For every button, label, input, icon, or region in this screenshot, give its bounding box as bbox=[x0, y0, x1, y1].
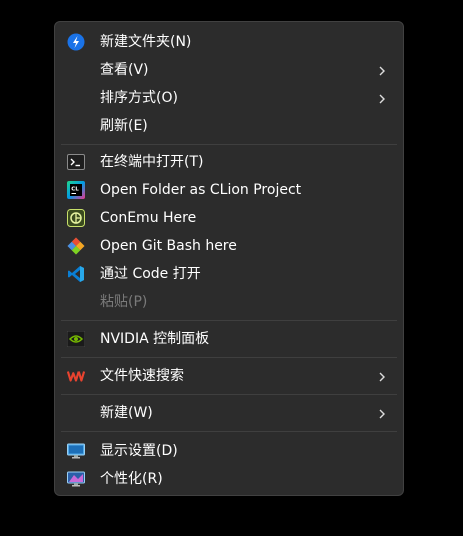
menu-item-personalize[interactable]: 个性化(R) bbox=[55, 465, 403, 493]
menu-item-new[interactable]: 新建(W) bbox=[55, 399, 403, 427]
chevron-right-icon bbox=[375, 91, 389, 105]
menu-item-label: 新建文件夹(N) bbox=[100, 34, 192, 50]
menu-separator bbox=[61, 431, 397, 432]
menu-item-open-with-code[interactable]: 通过 Code 打开 bbox=[55, 260, 403, 288]
menu-item-sort[interactable]: 排序方式(O) bbox=[55, 84, 403, 112]
menu-item-label: 在终端中打开(T) bbox=[100, 154, 204, 170]
menu-item-label: 文件快速搜索 bbox=[100, 368, 184, 384]
menu-item-label: Open Git Bash here bbox=[100, 238, 237, 254]
menu-item-label: 个性化(R) bbox=[100, 471, 163, 487]
menu-item-label: 显示设置(D) bbox=[100, 443, 178, 459]
menu-item-label: Open Folder as CLion Project bbox=[100, 182, 302, 198]
vscode-icon bbox=[67, 265, 85, 283]
menu-separator bbox=[61, 144, 397, 145]
svg-text:CL: CL bbox=[71, 187, 79, 193]
menu-item-label: 刷新(E) bbox=[100, 118, 148, 134]
menu-item-display-settings[interactable]: 显示设置(D) bbox=[55, 437, 403, 465]
menu-item-label: 粘贴(P) bbox=[100, 294, 148, 310]
menu-item-label: NVIDIA 控制面板 bbox=[100, 331, 210, 347]
menu-item-refresh[interactable]: 刷新(E) bbox=[55, 112, 403, 140]
menu-separator bbox=[61, 320, 397, 321]
menu-item-view[interactable]: 查看(V) bbox=[55, 56, 403, 84]
chevron-right-icon bbox=[375, 406, 389, 420]
menu-item-label: 排序方式(O) bbox=[100, 90, 178, 106]
clion-icon: CL bbox=[67, 181, 85, 199]
menu-item-label: ConEmu Here bbox=[100, 210, 197, 226]
wps-icon bbox=[67, 367, 85, 385]
personalize-icon bbox=[67, 470, 85, 488]
menu-item-conemu-here[interactable]: ConEmu Here bbox=[55, 204, 403, 232]
menu-item-file-quick-search[interactable]: 文件快速搜索 bbox=[55, 362, 403, 390]
menu-item-label: 通过 Code 打开 bbox=[100, 266, 201, 282]
menu-item-paste: 粘贴(P) bbox=[55, 288, 403, 316]
terminal-icon bbox=[67, 153, 85, 171]
display-icon bbox=[67, 442, 85, 460]
conemu-icon bbox=[67, 209, 85, 227]
new-folder-icon bbox=[67, 33, 85, 51]
menu-separator bbox=[61, 357, 397, 358]
chevron-right-icon bbox=[375, 63, 389, 77]
menu-separator bbox=[61, 394, 397, 395]
chevron-right-icon bbox=[375, 369, 389, 383]
menu-item-open-clion[interactable]: CL Open Folder as CLion Project bbox=[55, 176, 403, 204]
menu-item-nvidia-control-panel[interactable]: NVIDIA 控制面板 bbox=[55, 325, 403, 353]
menu-item-open-in-terminal[interactable]: 在终端中打开(T) bbox=[55, 148, 403, 176]
nvidia-icon bbox=[67, 330, 85, 348]
menu-item-label: 新建(W) bbox=[100, 405, 153, 421]
menu-item-label: 查看(V) bbox=[100, 62, 149, 78]
menu-item-open-git-bash[interactable]: Open Git Bash here bbox=[55, 232, 403, 260]
context-menu: 新建文件夹(N) 查看(V) 排序方式(O) 刷新(E) 在终端中打开(T) C… bbox=[54, 21, 404, 496]
git-icon bbox=[67, 237, 85, 255]
menu-item-new-folder[interactable]: 新建文件夹(N) bbox=[55, 28, 403, 56]
